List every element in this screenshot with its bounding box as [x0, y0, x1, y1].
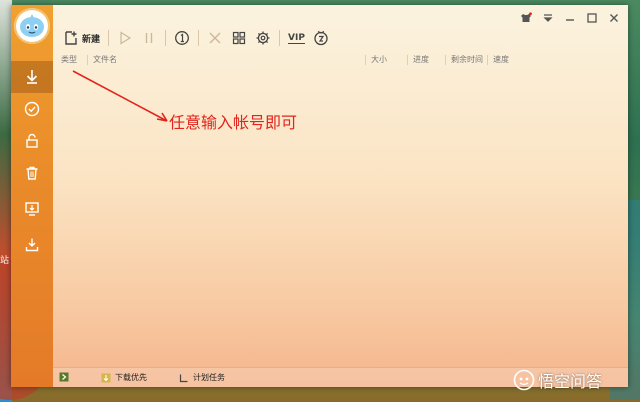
maximize-icon: [587, 13, 597, 23]
gear-icon: [256, 31, 270, 45]
desktop-edge-label: 站: [0, 256, 10, 266]
sidebar-item-remote[interactable]: [11, 193, 53, 225]
speedup-badge-icon: [314, 30, 328, 46]
col-size[interactable]: 大小: [371, 54, 387, 65]
delete-button[interactable]: [203, 27, 227, 49]
annotation-arrow: [72, 70, 168, 122]
start-button[interactable]: [113, 27, 137, 49]
menu-icon: [543, 14, 553, 22]
column-divider[interactable]: [407, 55, 408, 65]
trash-icon: [26, 166, 38, 180]
watermark-logo-icon: [513, 369, 535, 391]
expand-panel-button[interactable]: [59, 372, 73, 382]
schedule-icon: [179, 374, 188, 382]
column-divider[interactable]: [87, 55, 88, 65]
minimize-icon: [566, 19, 574, 21]
watermark-text: 悟空问答: [538, 372, 603, 391]
monitor-download-icon: [25, 202, 39, 216]
task-list-header: 类型 文件名 大小 进度 剩余时间 速度: [53, 53, 628, 67]
delete-x-icon: [209, 32, 221, 44]
unlock-icon: [26, 133, 38, 148]
col-speed[interactable]: 速度: [493, 54, 509, 65]
minimize-button[interactable]: [562, 11, 578, 25]
new-file-icon: [65, 31, 77, 45]
scheduled-task-button[interactable]: 计划任务: [179, 372, 225, 383]
vip-label: VIP: [288, 32, 305, 44]
sidebar-item-trash[interactable]: [11, 157, 53, 189]
priority-icon: [101, 373, 111, 382]
scheduled-task-label: 计划任务: [193, 373, 225, 382]
expand-icon: [59, 372, 69, 382]
toolbar: 新建 VIP: [59, 27, 333, 49]
download-priority-toggle[interactable]: 下载优先: [101, 372, 147, 383]
column-divider[interactable]: [365, 55, 366, 65]
apps-button[interactable]: [227, 27, 251, 49]
settings-button[interactable]: [251, 27, 275, 49]
toolbar-divider: [279, 30, 281, 46]
toolbar-divider: [165, 30, 167, 46]
new-task-label: 新建: [82, 34, 101, 45]
check-circle-icon: [24, 101, 40, 117]
grid-icon: [232, 31, 246, 45]
vip-button[interactable]: VIP: [284, 27, 309, 49]
window-controls: [518, 11, 622, 25]
menu-button[interactable]: [540, 11, 556, 25]
col-remaining-time[interactable]: 剩余时间: [451, 54, 483, 65]
sidebar: [11, 5, 53, 387]
sidebar-item-private[interactable]: [11, 125, 53, 157]
sidebar-item-offline[interactable]: [11, 229, 53, 261]
sidebar-item-downloading[interactable]: [11, 61, 53, 93]
skin-button[interactable]: [518, 11, 534, 25]
shirt-icon: [521, 12, 532, 22]
toolbar-divider: [198, 30, 200, 46]
col-progress[interactable]: 进度: [413, 54, 429, 65]
new-task-button[interactable]: 新建: [59, 27, 104, 49]
pause-button[interactable]: [137, 27, 161, 49]
mascot-icon: [20, 14, 44, 37]
col-type[interactable]: 类型: [61, 54, 77, 65]
pause-icon: [145, 33, 153, 43]
single-task-button[interactable]: [170, 27, 194, 49]
numbered-circle-icon: [175, 31, 189, 45]
toolbar-divider: [108, 30, 110, 46]
column-divider[interactable]: [445, 55, 446, 65]
download-arrow-icon: [26, 70, 38, 84]
close-button[interactable]: [606, 11, 622, 25]
maximize-button[interactable]: [584, 11, 600, 25]
user-avatar[interactable]: [14, 8, 50, 44]
sidebar-item-completed[interactable]: [11, 93, 53, 125]
download-priority-label: 下载优先: [115, 373, 147, 382]
column-divider[interactable]: [487, 55, 488, 65]
download-tray-icon: [25, 238, 39, 252]
watermark: 悟空问答: [513, 368, 602, 392]
annotation-text: 任意输入帐号即可: [169, 113, 298, 132]
speedup-button[interactable]: [309, 27, 333, 49]
play-icon: [120, 31, 132, 45]
close-icon: [610, 14, 618, 22]
col-filename[interactable]: 文件名: [93, 54, 117, 65]
download-manager-window: 新建 VIP 类型 文件名 大小 进度 剩余时间 速度 任意输入帐号即可 下载优…: [11, 5, 628, 387]
